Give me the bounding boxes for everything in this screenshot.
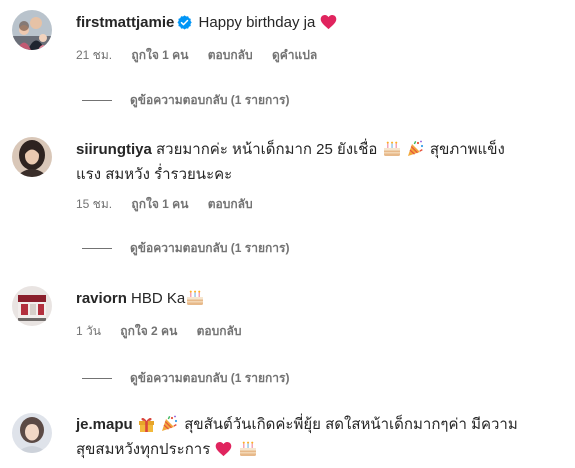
comment-meta: 21 ชม. ถูกใจ 1 คน ตอบกลับ ดูคำแปล: [76, 47, 333, 63]
comment-body: Happy birthday ja: [198, 14, 316, 31]
comment-body: HBD Ka: [131, 290, 186, 307]
comment-body: สุขภาพแข็ง: [429, 141, 505, 158]
comment-time[interactable]: 21 ชม.: [76, 48, 112, 62]
avatar[interactable]: [12, 10, 52, 50]
party-popper-emoji-icon: [407, 140, 425, 164]
comment-time[interactable]: 15 ชม.: [76, 197, 112, 211]
comment-text: siirungtiya สวยมากค่ะ หน้าเด็กมาก 25 ยัง…: [76, 139, 563, 186]
view-replies-label: ดูข้อความตอบกลับ (1 รายการ): [130, 371, 290, 385]
reply-button[interactable]: ตอบกลับ: [197, 324, 242, 338]
replies-divider-line: [82, 100, 112, 102]
comment-body: แรง สมหวัง ร่ำรวยนะคะ: [76, 166, 233, 183]
reply-button[interactable]: ตอบกลับ: [208, 48, 253, 62]
comment-text: raviorn HBD Ka: [76, 288, 563, 313]
heart-emoji-icon: [320, 14, 337, 37]
birthday-cake-emoji-icon: [383, 141, 401, 164]
gift-emoji-icon: [138, 416, 155, 439]
comment-text: je.mapu สุขสันต์วันเกิดค่ะพี่ยุ้ย สดใสหน…: [76, 414, 563, 464]
comment-meta: 1 วัน ถูกใจ 2 คน ตอบกลับ: [76, 323, 258, 339]
view-replies-label: ดูข้อความตอบกลับ (1 รายการ): [130, 93, 290, 107]
reply-button[interactable]: ตอบกลับ: [208, 197, 253, 211]
comment-meta: 15 ชม. ถูกใจ 1 คน ตอบกลับ: [76, 196, 269, 212]
view-replies-button[interactable]: ดูข้อความตอบกลับ (1 รายการ): [82, 92, 289, 108]
view-replies-button[interactable]: ดูข้อความตอบกลับ (1 รายการ): [82, 370, 289, 386]
comment-body: สวยมากค่ะ หน้าเด็กมาก 25 ยังเชื่อ: [156, 141, 378, 158]
view-replies-label: ดูข้อความตอบกลับ (1 รายการ): [130, 241, 290, 255]
verified-badge-icon: [177, 15, 193, 37]
avatar[interactable]: [12, 137, 52, 177]
comment-body: สุขสันต์วันเกิดค่ะพี่ยุ้ย สดใสหน้าเด็กมา…: [184, 416, 518, 433]
birthday-cake-emoji-icon: [239, 441, 257, 464]
username[interactable]: je.mapu: [76, 416, 133, 433]
comment-time[interactable]: 1 วัน: [76, 324, 101, 338]
birthday-cake-emoji-icon: [186, 290, 204, 313]
avatar[interactable]: [12, 286, 52, 326]
likes-count[interactable]: ถูกใจ 1 คน: [131, 197, 188, 211]
likes-count[interactable]: ถูกใจ 1 คน: [131, 48, 188, 62]
username[interactable]: firstmattjamie: [76, 14, 174, 31]
username[interactable]: siirungtiya: [76, 141, 152, 158]
likes-count[interactable]: ถูกใจ 2 คน: [120, 324, 177, 338]
translate-button[interactable]: ดูคำแปล: [272, 48, 317, 62]
username[interactable]: raviorn: [76, 290, 127, 307]
replies-divider-line: [82, 248, 112, 250]
heart-emoji-icon: [215, 441, 232, 464]
party-popper-emoji-icon: [161, 415, 179, 439]
comment-body: สุขสมหวังทุกประการ: [76, 441, 211, 458]
avatar[interactable]: [12, 413, 52, 453]
view-replies-button[interactable]: ดูข้อความตอบกลับ (1 รายการ): [82, 240, 289, 256]
comment-text: firstmattjamie Happy birthday ja: [76, 12, 563, 37]
replies-divider-line: [82, 378, 112, 380]
